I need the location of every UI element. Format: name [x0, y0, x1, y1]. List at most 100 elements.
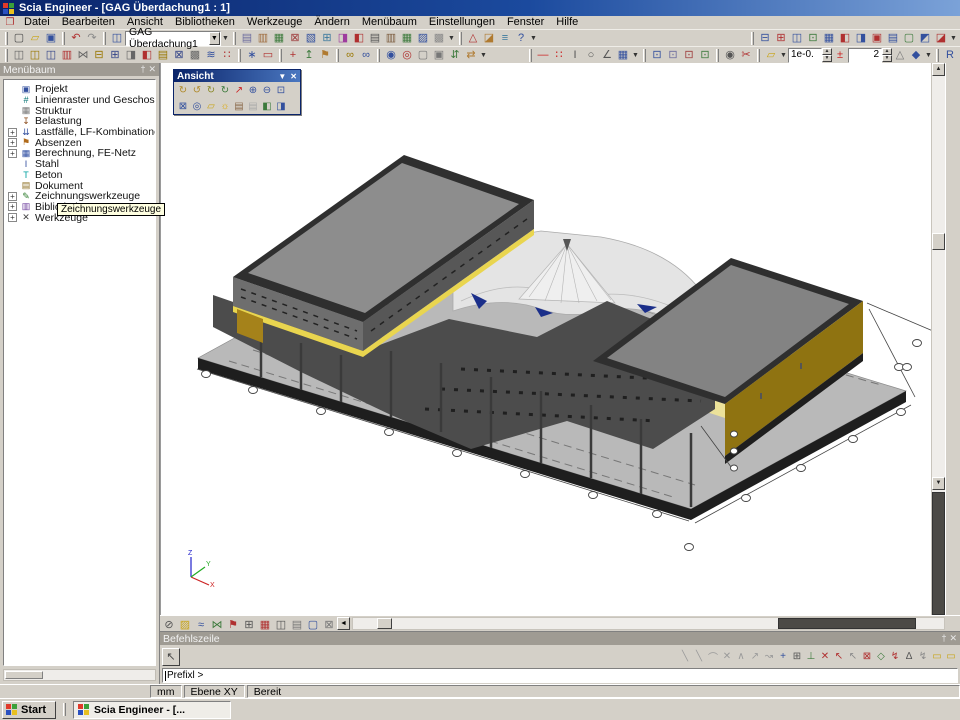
visibility-icon[interactable]: ◉ [722, 48, 738, 63]
win-tile-icon[interactable]: ⊞ [773, 31, 789, 46]
chart-icon[interactable]: ▦ [615, 48, 631, 63]
dim-height-icon[interactable]: I [567, 48, 583, 63]
snap-line2-icon[interactable]: ↖ [846, 650, 860, 664]
zoom-out-icon[interactable]: ⊖ [260, 83, 274, 97]
scale-spinner-value[interactable]: 1e-0. [788, 48, 822, 63]
swap-icon[interactable]: ⇄ [463, 48, 479, 63]
chevron-down-icon[interactable]: ▼ [529, 35, 538, 42]
win-corner-icon[interactable]: ◩ [917, 31, 933, 46]
profile-left-icon[interactable]: ◧ [139, 48, 155, 63]
rotate-free-icon[interactable]: ↻ [218, 83, 232, 97]
scrollbar-dark-region[interactable] [778, 618, 916, 629]
layers-count-icon[interactable]: △ [892, 48, 908, 63]
calculation-icon[interactable]: △ [465, 31, 481, 46]
zoom-selection-icon[interactable]: ◎ [190, 99, 204, 113]
toolbar-grip[interactable] [279, 49, 282, 62]
chevron-down-icon[interactable]: ▼ [278, 72, 286, 81]
paste-special-icon[interactable]: ⊡ [697, 48, 713, 63]
gallery-icon[interactable]: ▦ [399, 31, 415, 46]
scrollbar-dark-region[interactable] [932, 492, 945, 615]
profile-fill-icon[interactable]: ▩ [187, 48, 203, 63]
chevron-down-icon[interactable]: ▼ [631, 52, 640, 59]
profile-frame-icon[interactable]: ⊠ [171, 48, 187, 63]
count-spinner-value[interactable]: 2 [848, 48, 882, 63]
menu-item-einstellungen[interactable]: Einstellungen [423, 16, 501, 28]
snap-cross-icon[interactable]: ✕ [818, 650, 832, 664]
scroll-left-icon[interactable]: ◄ [337, 617, 350, 630]
paste-format-icon[interactable]: ⊡ [665, 48, 681, 63]
menubaum-panel-title[interactable]: Menübaum † ✕ [0, 63, 159, 76]
move-layer-icon[interactable]: ▣ [431, 48, 447, 63]
close-icon[interactable]: ✕ [290, 72, 297, 81]
rotate-x-icon[interactable]: ↻ [176, 83, 190, 97]
tree-hscrollbar[interactable] [3, 669, 156, 681]
chevron-down-icon[interactable]: ▼ [924, 52, 933, 59]
zoom-all-icon[interactable]: ⊠ [176, 99, 190, 113]
win-split-icon[interactable]: ◫ [789, 31, 805, 46]
profile-right-icon[interactable]: ◨ [123, 48, 139, 63]
precision-icon[interactable]: ± [832, 48, 848, 63]
win-left-icon[interactable]: ◧ [837, 31, 853, 46]
win-new-icon[interactable]: ⊡ [805, 31, 821, 46]
menu-item-datei[interactable]: Datei [18, 16, 56, 28]
toolbar-grip[interactable] [459, 32, 462, 45]
view-color2-icon[interactable]: ◨ [274, 99, 288, 113]
layers-icon[interactable]: ▥ [255, 31, 271, 46]
frame-left-icon[interactable]: ◨ [335, 31, 351, 46]
profile-weld-icon[interactable]: ◫ [27, 48, 43, 63]
profile-cross-icon[interactable]: ⋈ [75, 48, 91, 63]
table-icon[interactable]: ▧ [303, 31, 319, 46]
toolbar-grip[interactable] [62, 32, 65, 45]
snap-zig-icon[interactable]: ↯ [888, 650, 902, 664]
toolbar-grip[interactable] [643, 49, 646, 62]
sidebar-item-linienraster[interactable]: #Linienraster und Geschosse [4, 95, 155, 106]
profile-grid-icon[interactable]: ⊞ [107, 48, 123, 63]
camera-icon[interactable]: ▤ [232, 99, 246, 113]
snap-poly-icon[interactable]: ◇ [874, 650, 888, 664]
snap-edge-icon[interactable]: ↗ [748, 650, 762, 664]
toolbar-grip[interactable] [377, 49, 380, 62]
close-project-icon[interactable]: ◫ [109, 31, 125, 46]
list-icon[interactable]: ≡ [497, 31, 513, 46]
light-icon[interactable]: ☼ [218, 99, 232, 113]
redo-icon[interactable]: ↷ [84, 31, 100, 46]
expand-icon[interactable]: + [8, 213, 17, 222]
profile-dots-icon[interactable]: ∷ [219, 48, 235, 63]
scrollbar-thumb[interactable] [377, 618, 392, 629]
sort-icon[interactable]: ⇵ [447, 48, 463, 63]
open-view-icon[interactable]: ▱ [204, 99, 218, 113]
rotate-z-icon[interactable]: ↻ [204, 83, 218, 97]
chevron-down-icon[interactable]: ▼ [221, 35, 230, 42]
win-right-icon[interactable]: ◨ [853, 31, 869, 46]
clip-icon[interactable]: + [285, 48, 301, 63]
axis-icon[interactable]: ⊠ [287, 31, 303, 46]
expand-icon[interactable]: + [8, 202, 17, 211]
toolbar-grip[interactable] [233, 32, 236, 45]
snap-dock-icon[interactable]: ▭ [930, 650, 944, 664]
pin-icon[interactable]: † [140, 64, 145, 75]
viewport-vscrollbar[interactable]: ▲ ▼ [931, 63, 945, 615]
scrollbar-thumb[interactable] [5, 671, 43, 679]
snap-cursor-icon[interactable]: + [776, 650, 790, 664]
profile-wave-icon[interactable]: ≋ [203, 48, 219, 63]
cursor-mode-button[interactable]: ↖ [162, 648, 180, 666]
document-icon[interactable]: ▩ [431, 31, 447, 46]
win-blank-icon[interactable]: ▢ [901, 31, 917, 46]
spin-up-icon[interactable]: ▲ [882, 48, 892, 55]
plane-cell[interactable]: Ebene XY [184, 685, 245, 698]
model-viewport[interactable]: Ansicht ▼ ✕ ↻↺↻↻↗⊕⊖⊡ ⊠◎▱☼▤▤◧◨ Z X [160, 63, 945, 615]
section-icon[interactable]: ◪ [481, 31, 497, 46]
chevron-down-icon[interactable]: ▼ [447, 35, 456, 42]
menu-item-fenster[interactable]: Fenster [501, 16, 550, 28]
paste-all-icon[interactable]: ⊡ [681, 48, 697, 63]
menu-item-werkzeuge[interactable]: Werkzeuge [241, 16, 308, 28]
snap-tangent-icon[interactable]: ↝ [762, 650, 776, 664]
chevron-down-icon[interactable]: ▼ [779, 52, 788, 59]
snap-midpoint-icon[interactable]: ╲ [692, 650, 706, 664]
win-cascade-icon[interactable]: ⊟ [757, 31, 773, 46]
toolbar-grip[interactable] [5, 32, 8, 45]
ansicht-toolbar[interactable]: Ansicht ▼ ✕ ↻↺↻↻↗⊕⊖⊡ ⊠◎▱☼▤▤◧◨ [173, 69, 301, 115]
toolbar-grip[interactable] [757, 49, 760, 62]
toolbar-grip[interactable] [936, 49, 939, 62]
project-settings-icon[interactable]: ▤ [239, 31, 255, 46]
